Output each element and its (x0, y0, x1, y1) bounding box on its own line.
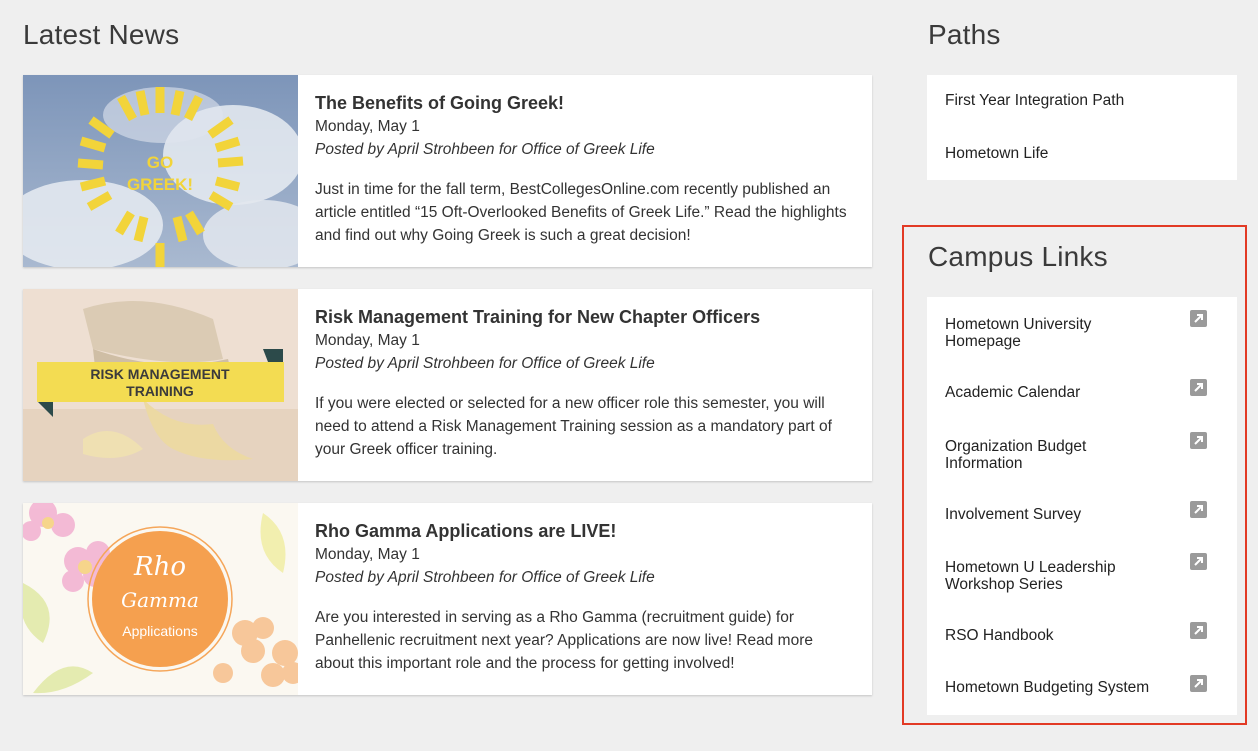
rho-image-text-3: Applications (122, 623, 198, 639)
news-card[interactable]: Rho Gamma Applications Rho Gamma Applica… (23, 503, 872, 695)
latest-news-heading: Latest News (23, 19, 180, 50)
news-date: Monday, May 1 (315, 332, 420, 349)
news-author: Posted by April Strohbeen for Office of … (315, 355, 655, 372)
go-greek-image-text-2: GREEK! (127, 175, 193, 194)
news-title[interactable]: The Benefits of Going Greek! (315, 91, 856, 115)
news-excerpt: If you were elected or selected for a ne… (315, 395, 832, 458)
rho-image-text-2: Gamma (121, 588, 199, 612)
risk-image-text-1: RISK MANAGEMENT (90, 366, 230, 382)
path-item-first-year[interactable]: First Year Integration Path (945, 92, 1124, 110)
news-title[interactable]: Rho Gamma Applications are LIVE! (315, 519, 856, 543)
news-card[interactable]: GO GREEK! The Benefits of Going Greek! M… (23, 75, 872, 267)
paths-heading: Paths (928, 19, 1001, 50)
campus-links-highlight (902, 225, 1247, 725)
rho-image-text-1: Rho (133, 552, 186, 582)
news-excerpt: Are you interested in serving as a Rho G… (315, 609, 813, 672)
news-title[interactable]: Risk Management Training for New Chapter… (315, 305, 856, 329)
go-greek-image-text-1: GO (147, 153, 173, 172)
news-date: Monday, May 1 (315, 118, 420, 135)
news-card[interactable]: RISK MANAGEMENT TRAINING Risk Management… (23, 289, 872, 481)
paths-panel: First Year Integration Path Hometown Lif… (927, 75, 1237, 180)
news-image-rho-gamma[interactable]: Rho Gamma Applications (23, 503, 298, 695)
news-image-go-greek[interactable]: GO GREEK! (23, 75, 298, 267)
path-item-hometown-life[interactable]: Hometown Life (945, 145, 1048, 163)
news-excerpt: Just in time for the fall term, BestColl… (315, 181, 847, 244)
news-date: Monday, May 1 (315, 546, 420, 563)
news-image-risk-management[interactable]: RISK MANAGEMENT TRAINING (23, 289, 298, 481)
news-author: Posted by April Strohbeen for Office of … (315, 141, 655, 158)
news-author: Posted by April Strohbeen for Office of … (315, 569, 655, 586)
risk-image-text-2: TRAINING (126, 383, 194, 399)
